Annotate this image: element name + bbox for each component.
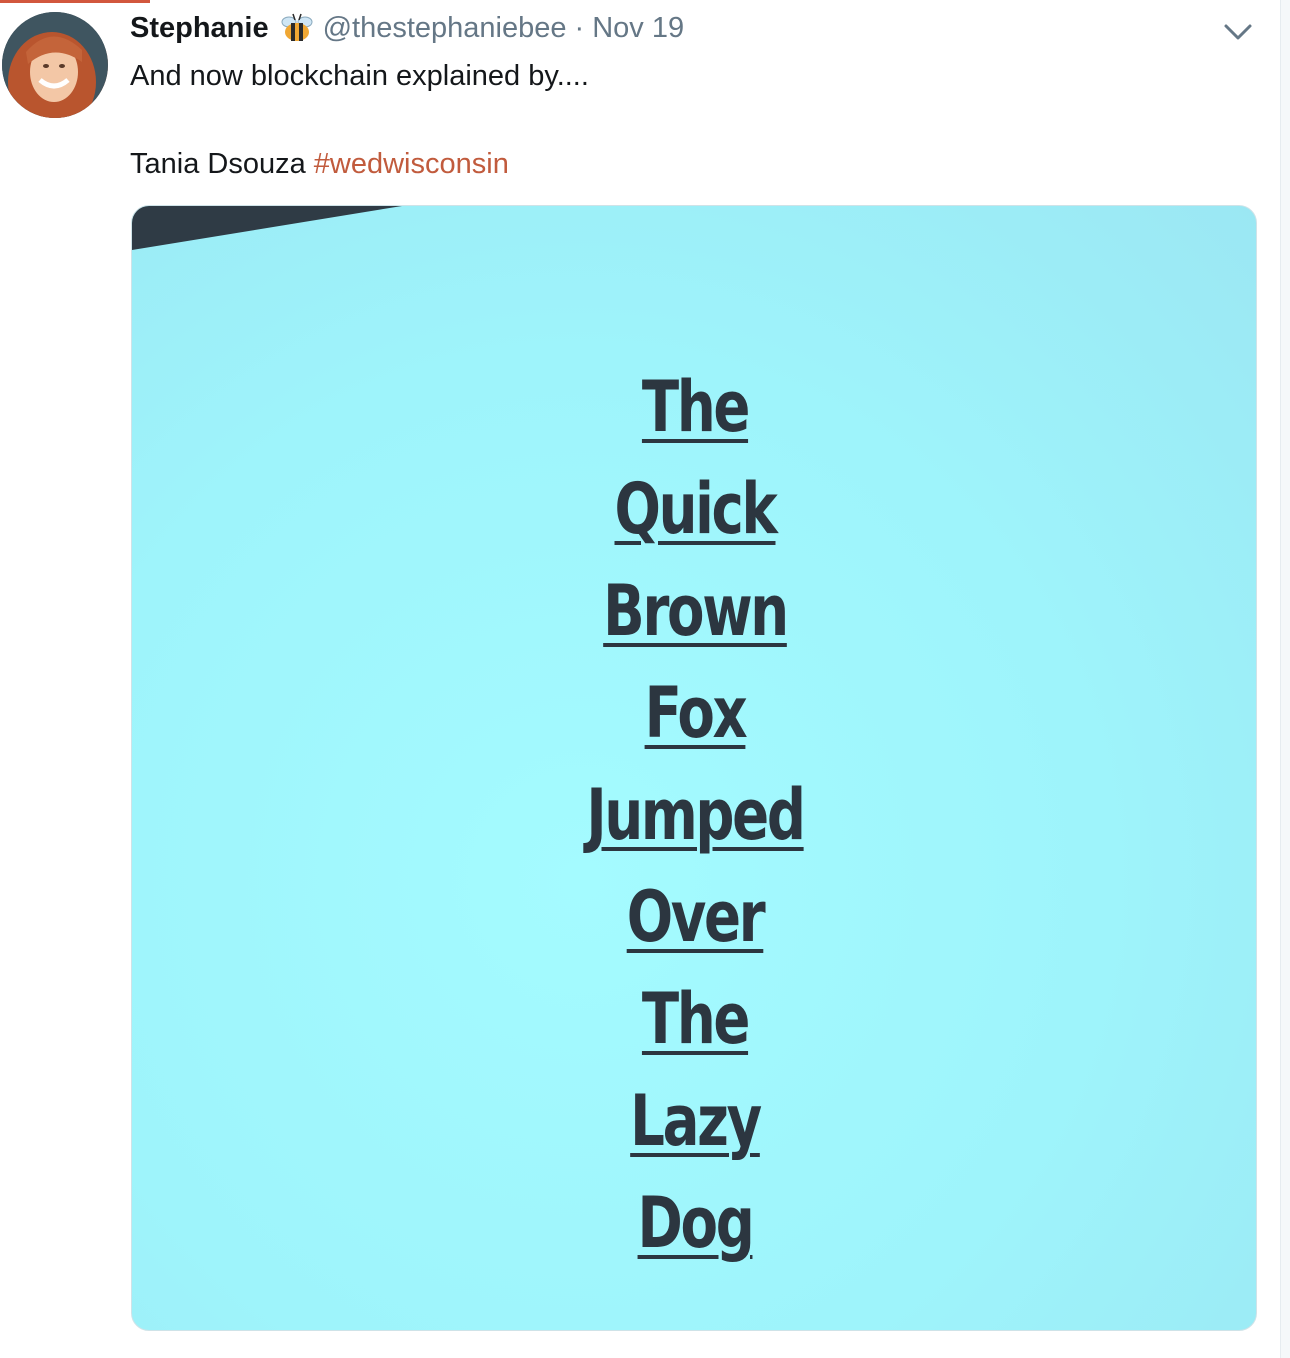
- slide-word: The: [641, 366, 750, 448]
- tweet-text-mention: Tania Dsouza: [130, 148, 314, 180]
- tweet-text-line1: And now blockchain explained by....: [130, 60, 589, 92]
- tweet-text-line2: Tania Dsouza #wedwisconsin: [130, 142, 509, 186]
- slide-word: Brown: [603, 570, 789, 652]
- hashtag-link[interactable]: #wedwisconsin: [314, 148, 509, 180]
- tweet-header: Stephanie @thestephaniebee · Nov 19: [130, 10, 684, 46]
- avatar[interactable]: [2, 12, 108, 118]
- slide-word: The: [641, 978, 750, 1060]
- slide-word: Quick: [614, 468, 778, 550]
- slide-word: Over: [626, 876, 766, 958]
- scrollbar-track[interactable]: [1280, 0, 1290, 1358]
- top-accent-bar: [0, 0, 150, 3]
- tweet-page: Stephanie @thestephaniebee · Nov 19 And …: [0, 0, 1290, 1358]
- slide-corner-shape: [132, 206, 402, 250]
- slide-word: Jumped: [586, 774, 806, 856]
- slide-word: Dog: [637, 1182, 755, 1264]
- header-separator: ·: [574, 11, 585, 44]
- slide-word: Fox: [644, 672, 748, 754]
- slide-word-list: The Quick Brown Fox Jumped Over The Lazy…: [132, 356, 1256, 1274]
- chevron-down-icon[interactable]: [1222, 18, 1254, 44]
- tweet-timestamp[interactable]: Nov 19: [592, 12, 684, 45]
- author-handle[interactable]: @thestephaniebee: [323, 12, 567, 45]
- author-display-name[interactable]: Stephanie: [130, 12, 269, 45]
- tweet-media-image[interactable]: The Quick Brown Fox Jumped Over The Lazy…: [131, 205, 1257, 1331]
- avatar-photo: [2, 12, 108, 118]
- bee-icon: [279, 10, 315, 46]
- slide-word: Lazy: [630, 1080, 762, 1162]
